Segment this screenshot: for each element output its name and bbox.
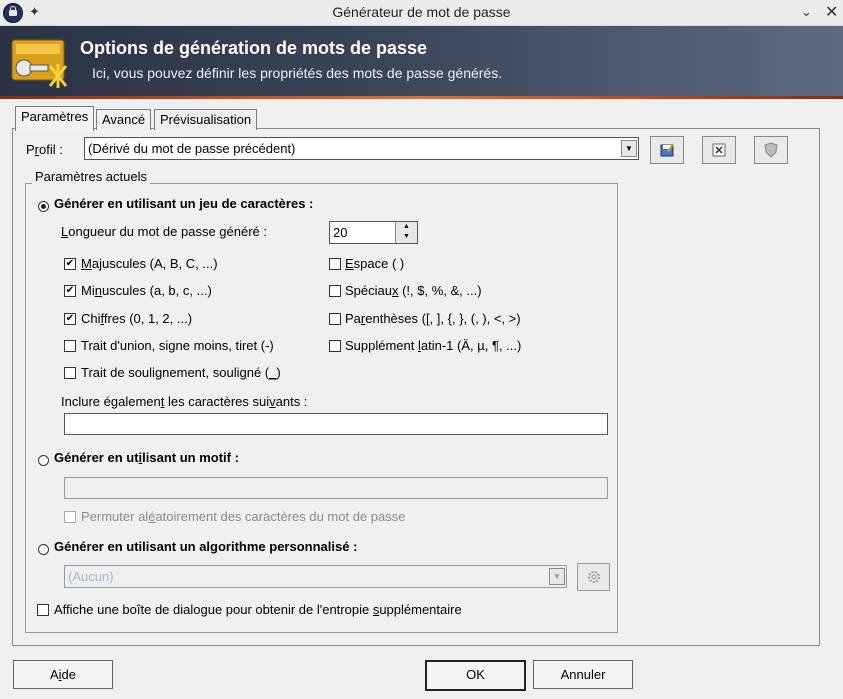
spin-up-icon[interactable]: ▲ [396,222,417,232]
algorithm-select-value: (Aucun) [68,569,114,584]
length-value: 20 [333,225,348,240]
underscore-label[interactable]: Trait de soulignement, souligné (_) [81,365,281,381]
space-checkbox[interactable] [329,258,341,270]
lowercase-checkbox[interactable]: ✔ [64,285,76,297]
algorithm-radio[interactable] [38,544,49,555]
shield-profile-button[interactable] [754,136,788,164]
length-spinbox[interactable]: 20 ▲ ▼ [329,221,418,244]
latin1-label[interactable]: Supplément latin-1 (Ä, µ, ¶, ...) [345,338,521,354]
spin-buttons[interactable]: ▲ ▼ [395,222,417,243]
cancel-button[interactable]: Annuler [533,660,633,689]
ok-button[interactable]: OK [425,660,526,691]
title-bar: ✦ Générateur de mot de passe ⌄ ✕ [0,0,843,26]
dash-label[interactable]: Trait d'union, signe moins, tiret (-) [81,338,274,354]
gear-icon [587,571,600,583]
uppercase-checkbox[interactable]: ✔ [64,258,76,270]
charset-radio-label[interactable]: Générer en utilisant un jeu de caractère… [54,196,313,212]
include-chars-label: Inclure également les caractères suivant… [61,394,308,409]
banner-heading: Options de génération de mots de passe [80,38,428,58]
pattern-radio-label[interactable]: Générer en utilisant un motif : [54,450,239,466]
algorithm-radio-label[interactable]: Générer en utilisant un algorithme perso… [54,539,357,555]
delete-profile-button[interactable] [702,136,736,164]
close-icon[interactable]: ✕ [825,2,838,22]
chevron-down-icon[interactable]: ⌄ [801,4,812,20]
delete-profile-icon [712,143,726,157]
charset-radio[interactable] [38,201,49,212]
group-legend: Paramètres actuels [32,169,150,184]
window-title: Générateur de mot de passe [332,4,511,20]
entropy-checkbox[interactable] [37,604,49,616]
tab-previsualisation[interactable]: Prévisualisation [154,109,258,130]
special-checkbox[interactable] [329,285,341,297]
shield-icon [764,142,778,158]
pattern-input[interactable] [64,477,608,499]
lowercase-label[interactable]: Minuscules (a, b, c, ...) [81,283,212,299]
save-profile-button[interactable] [650,136,684,164]
brackets-checkbox[interactable] [329,313,341,325]
tab-avance[interactable]: Avancé [96,109,152,130]
pattern-radio[interactable] [38,455,49,466]
profile-select[interactable]: (Dérivé du mot de passe précédent) ▼ [84,137,639,160]
special-label[interactable]: Spéciaux (!, $, %, &, ...) [345,283,482,299]
permute-label[interactable]: Permuter aléatoirement des caractères du… [81,509,405,525]
digits-checkbox[interactable]: ✔ [64,313,76,325]
permute-checkbox[interactable] [64,511,76,523]
algorithm-select[interactable]: (Aucun) ▼ [64,565,567,588]
space-label[interactable]: Espace ( ) [345,256,404,272]
uppercase-label[interactable]: Majuscules (A, B, C, ...) [81,256,218,272]
spin-down-icon[interactable]: ▼ [396,232,417,242]
help-button[interactable]: Aide [13,660,113,689]
digits-label[interactable]: Chiffres (0, 1, 2, ...) [81,311,192,327]
banner: Options de génération de mots de passe I… [0,26,843,97]
underscore-checkbox[interactable] [64,367,76,379]
profile-label: Profil : [26,142,63,157]
algorithm-settings-button[interactable] [577,563,610,591]
dash-checkbox[interactable] [64,340,76,352]
latin1-checkbox[interactable] [329,340,341,352]
tab-parametres[interactable]: Paramètres [15,106,95,131]
save-profile-icon [660,143,674,157]
profile-select-value: (Dérivé du mot de passe précédent) [88,141,296,156]
brackets-label[interactable]: Parenthèses ([, ], {, }, (, ), <, >) [345,311,521,327]
key-icon [11,39,68,88]
chevron-down-icon[interactable]: ▼ [549,568,565,585]
length-label: Longueur du mot de passe généré : [61,224,267,239]
banner-subheading: Ici, vous pouvez définir les propriétés … [92,65,503,81]
chevron-down-icon[interactable]: ▼ [621,140,637,157]
include-chars-input[interactable] [64,413,608,435]
entropy-label[interactable]: Affiche une boîte de dialogue pour obten… [54,602,462,618]
banner-accent-line [0,96,843,99]
